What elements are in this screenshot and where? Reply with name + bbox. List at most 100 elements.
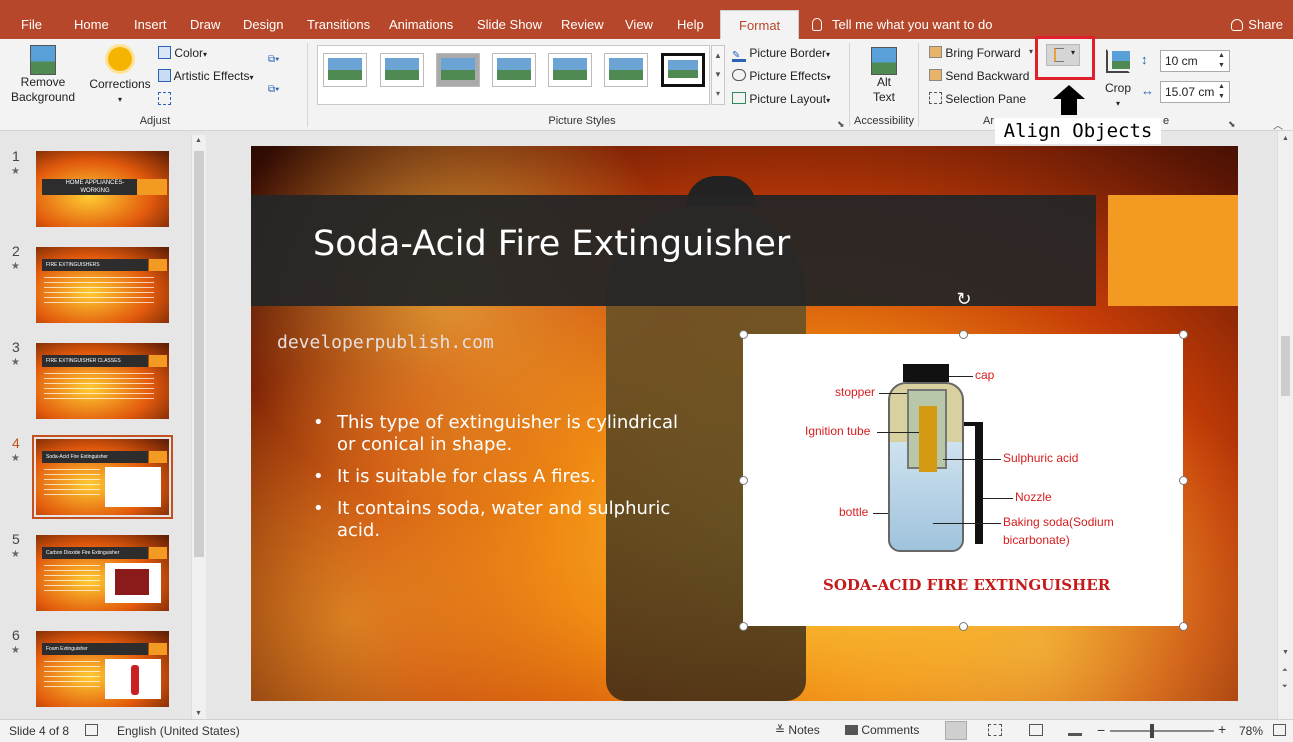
slide-number: 3 <box>12 339 20 355</box>
normal-view-icon[interactable] <box>945 721 967 740</box>
slide-canvas[interactable]: Soda-Acid Fire Extinguisher developerpub… <box>251 146 1238 701</box>
slide-thumbnail-4[interactable]: Soda-Acid Fire Extinguisher <box>32 435 173 519</box>
picture-style-4[interactable] <box>492 53 536 87</box>
tab-format[interactable]: Format <box>720 10 800 39</box>
resize-handle[interactable] <box>1179 476 1188 485</box>
thumbnail-scrollbar[interactable]: ▲ ▼ <box>191 135 206 719</box>
tab-design[interactable]: Design <box>243 10 283 39</box>
tab-file[interactable]: File <box>21 10 42 39</box>
reading-view-icon[interactable] <box>1029 724 1043 736</box>
rotate-handle-icon[interactable]: ↻ <box>954 289 974 309</box>
label-bottle: bottle <box>839 505 869 519</box>
artistic-effects-icon <box>158 69 171 82</box>
bullet-list[interactable]: This type of extinguisher is cylindrical… <box>313 412 693 552</box>
remove-background-button[interactable]: Remove Background <box>8 45 78 113</box>
zoom-out-icon[interactable]: − <box>1097 722 1105 738</box>
slide-thumbnail-2[interactable]: FIRE EXTINGUISHERS <box>36 247 169 323</box>
color-label: Color <box>174 46 204 60</box>
artistic-effects-label: Artistic Effects <box>173 69 250 83</box>
reset-picture-icon[interactable]: ⧉▾ <box>268 84 292 98</box>
artistic-effects-button[interactable]: Artistic Effects▾ <box>158 69 253 83</box>
resize-handle[interactable] <box>1179 622 1188 631</box>
picture-effects-button[interactable]: Picture Effects▾ <box>732 69 831 83</box>
tab-transitions[interactable]: Transitions <box>307 10 370 39</box>
alt-text-button[interactable]: Alt Text <box>862 45 906 113</box>
chevron-down-icon: ▾ <box>249 73 254 82</box>
slide-thumbnail-3[interactable]: FIRE EXTINGUISHER CLASSES <box>36 343 169 419</box>
language-indicator[interactable]: English (United States) <box>117 724 240 738</box>
change-picture-icon[interactable]: ⧉▾ <box>268 54 292 68</box>
picture-style-6[interactable] <box>604 53 648 87</box>
compress-pictures-icon[interactable] <box>158 92 171 105</box>
picture-style-1[interactable] <box>323 53 367 87</box>
tab-review[interactable]: Review <box>561 10 604 39</box>
tell-me-search[interactable]: Tell me what you want to do <box>812 10 992 39</box>
picture-styles-group-label: Picture Styles <box>548 115 616 127</box>
star-icon: ★ <box>11 645 20 656</box>
picture-style-2[interactable] <box>380 53 424 87</box>
slide-scrollbar[interactable]: ▲ ▼ ⏶ ⏷ <box>1277 131 1293 719</box>
star-icon: ★ <box>11 261 20 272</box>
resize-handle[interactable] <box>959 330 968 339</box>
picture-style-3[interactable] <box>436 53 480 87</box>
height-spinner[interactable]: ▲ ▼ <box>1218 51 1225 71</box>
notes-label: Notes <box>788 723 820 737</box>
fit-to-window-icon[interactable] <box>1273 724 1286 736</box>
picture-style-7[interactable] <box>661 53 705 87</box>
corrections-button[interactable]: Corrections ▾ <box>88 45 152 113</box>
chevron-down-icon[interactable]: ▾ <box>1029 47 1033 56</box>
dialog-launcher-icon[interactable]: ⬊ <box>837 119 845 130</box>
label-ignition-tube: Ignition tube <box>805 424 871 438</box>
comments-button[interactable]: Comments <box>845 723 919 737</box>
align-objects-callout: Align Objects <box>995 118 1161 144</box>
resize-handle[interactable] <box>739 622 748 631</box>
tab-help[interactable]: Help <box>677 10 704 39</box>
dialog-launcher-icon[interactable]: ⬊ <box>1228 119 1236 130</box>
send-backward-icon <box>929 69 942 81</box>
zoom-level[interactable]: 78% <box>1239 724 1263 738</box>
tab-insert[interactable]: Insert <box>134 10 167 39</box>
tab-slide-show[interactable]: Slide Show <box>477 10 542 39</box>
slide-thumbnail-5[interactable]: Carbon Dioxide Fire Extinguisher <box>36 535 169 611</box>
picture-border-button[interactable]: ✎ Picture Border▾ <box>732 46 830 62</box>
selected-picture[interactable]: cap stopper Ignition tube Sulphuric acid… <box>743 334 1183 626</box>
tab-animations[interactable]: Animations <box>389 10 453 39</box>
bring-forward-button[interactable]: Bring Forward <box>929 46 1021 60</box>
group-divider <box>918 43 919 127</box>
crop-button[interactable]: Crop ▾ <box>1098 45 1138 113</box>
share-button[interactable]: Share <box>1231 10 1283 39</box>
color-button[interactable]: Color▾ <box>158 46 207 60</box>
tab-home[interactable]: Home <box>74 10 109 39</box>
gallery-scroll[interactable]: ▲ ▼ ▾ <box>711 45 725 105</box>
resize-handle[interactable] <box>739 476 748 485</box>
diagram-caption: SODA-ACID FIRE EXTINGUISHER <box>823 576 1111 594</box>
spell-check-icon[interactable] <box>85 724 98 736</box>
slide-sorter-icon[interactable] <box>988 724 1002 736</box>
zoom-in-icon[interactable]: + <box>1218 721 1226 737</box>
tab-draw[interactable]: Draw <box>190 10 220 39</box>
slide-title[interactable]: Soda-Acid Fire Extinguisher <box>313 224 790 264</box>
zoom-slider[interactable] <box>1110 730 1214 732</box>
resize-handle[interactable] <box>959 622 968 631</box>
adjust-group-label: Adjust <box>139 115 171 127</box>
picture-style-5[interactable] <box>548 53 592 87</box>
label-sulphuric-acid: Sulphuric acid <box>1003 451 1079 465</box>
slideshow-icon[interactable] <box>1068 724 1082 736</box>
collapse-ribbon-icon[interactable]: ︿ <box>1273 117 1283 132</box>
height-icon: ↕ <box>1141 52 1148 67</box>
slide-thumbnail-6[interactable]: Foam Extinguisher <box>36 631 169 707</box>
slide-number: 2 <box>12 243 20 259</box>
picture-layout-button[interactable]: Picture Layout▾ <box>732 92 830 106</box>
tab-view[interactable]: View <box>625 10 653 39</box>
resize-handle[interactable] <box>739 330 748 339</box>
label-nozzle: Nozzle <box>1015 490 1052 504</box>
resize-handle[interactable] <box>1179 330 1188 339</box>
selection-pane-button[interactable]: Selection Pane <box>929 92 1026 106</box>
width-spinner[interactable]: ▲ ▼ <box>1218 82 1225 102</box>
notes-button[interactable]: ≚ Notes <box>775 723 820 737</box>
slide-thumbnail-1[interactable]: HOME APPLIANCES- WORKING <box>36 151 169 227</box>
crop-label: Crop <box>1104 81 1131 95</box>
slide-thumbnail-title: FIRE EXTINGUISHER CLASSES <box>42 355 148 367</box>
zoom-slider-thumb[interactable] <box>1150 724 1154 738</box>
send-backward-button[interactable]: Send Backward <box>929 69 1029 83</box>
